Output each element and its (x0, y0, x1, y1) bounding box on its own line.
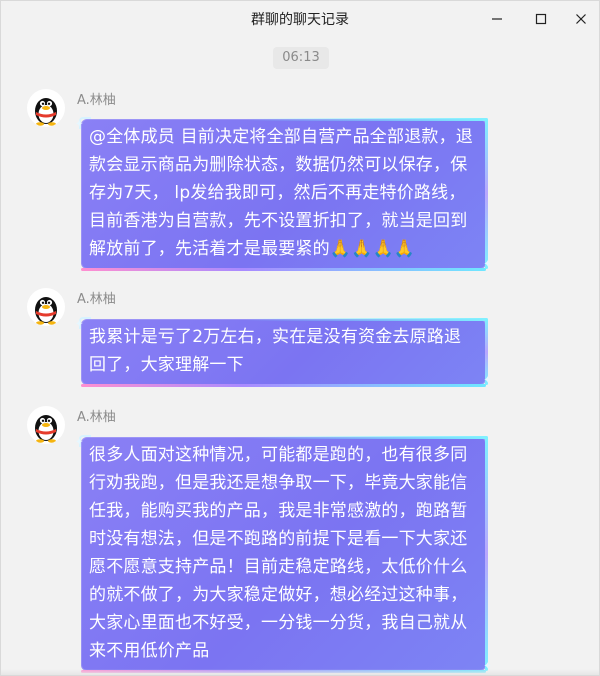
chat-history-window: 群聊的聊天记录 06:13 A.林柚 ✦ @全体成员 目前决定将全部自营产品全部… (0, 0, 600, 676)
qq-penguin-avatar-icon (35, 415, 57, 443)
qq-penguin-avatar-icon (35, 98, 57, 126)
sparkle-icon: ✦ (75, 119, 84, 130)
sparkle-icon: ✦ (75, 319, 84, 330)
maximize-icon (535, 13, 547, 25)
maximize-button[interactable] (527, 7, 555, 31)
message-bubble[interactable]: ✦ 我累计是亏了2万左右，实在是没有资金去原路退回了，大家理解一下 ✦ (75, 317, 492, 387)
message-timestamp: 06:13 (273, 47, 329, 69)
message-bubble[interactable]: ✦ 很多人面对这种情况，可能都是跑的，也有很多同行劝我跑，但是我还是想争取一下，… (75, 435, 492, 673)
message-bubble[interactable]: ✦ @全体成员 目前决定将全部自营产品全部退款，退款会显示商品为删除状态，数据仍… (75, 117, 492, 271)
bottom-fade (1, 669, 599, 675)
message-text: 很多人面对这种情况，可能都是跑的，也有很多同行劝我跑，但是我还是想争取一下，毕竟… (89, 445, 468, 661)
sparkle-icon: ✦ (483, 375, 492, 386)
close-button[interactable] (567, 7, 595, 31)
sender-name: A.林柚 (77, 292, 116, 307)
sender-avatar[interactable] (27, 406, 65, 444)
message-text: 我累计是亏了2万左右，实在是没有资金去原路退回了，大家理解一下 (89, 327, 462, 375)
bubble-border-decoration (81, 268, 486, 271)
minimize-icon (492, 18, 502, 20)
bubble-border-decoration (485, 437, 488, 671)
title-bar: 群聊的聊天记录 (1, 1, 599, 37)
qq-penguin-avatar-icon (35, 297, 57, 325)
message-text: @全体成员 目前决定将全部自营产品全部退款，退款会显示商品为删除状态，数据仍然可… (89, 127, 474, 259)
sparkle-icon: ✦ (483, 259, 492, 270)
sender-name: A.林柚 (77, 410, 116, 425)
minimize-button[interactable] (483, 7, 511, 31)
bubble-border-decoration (485, 119, 488, 269)
sender-name: A.林柚 (77, 93, 116, 108)
sparkle-icon: ✦ (75, 437, 84, 448)
sender-avatar[interactable] (27, 89, 65, 127)
close-icon (576, 14, 586, 24)
sender-avatar[interactable] (27, 288, 65, 326)
bubble-border-decoration (81, 384, 486, 387)
